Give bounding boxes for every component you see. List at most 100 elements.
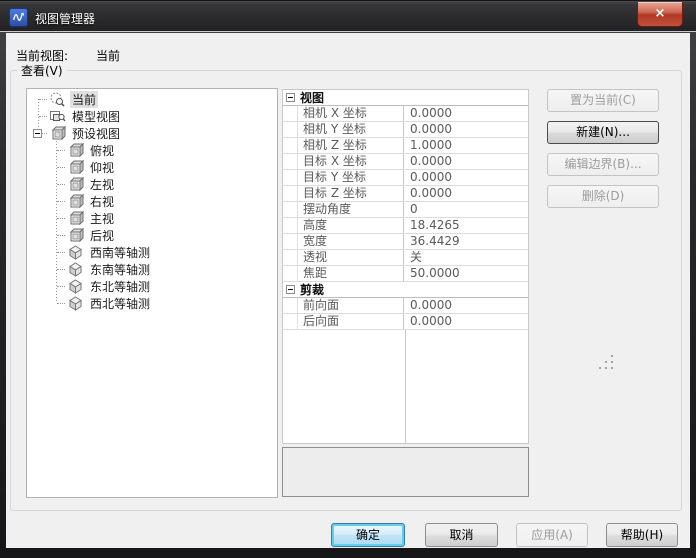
collapse-expander-icon[interactable] xyxy=(286,93,295,102)
tree-item-左视[interactable]: 左视 xyxy=(27,176,277,193)
description-box xyxy=(282,447,529,497)
tree-item-右视[interactable]: 右视 xyxy=(27,193,277,210)
grid-row-value[interactable]: 0.0000 xyxy=(404,298,528,313)
grid-margin-cell xyxy=(283,266,298,281)
grid-row-透视[interactable]: 透视关 xyxy=(283,250,528,266)
view-property-grid[interactable]: 视图相机 X 坐标0.0000相机 Y 坐标0.0000相机 Z 坐标1.000… xyxy=(282,89,529,444)
grid-row-前向面[interactable]: 前向面0.0000 xyxy=(283,298,528,314)
tree-item-label[interactable]: 仰视 xyxy=(88,159,116,176)
tree-item-东南等轴测[interactable]: 东南等轴测 xyxy=(27,261,277,278)
cube-left-icon xyxy=(67,177,84,192)
view-tree[interactable]: 当前模型视图预设视图俯视仰视左视右视主视后视西南等轴测东南等轴测东北等轴测西北等… xyxy=(26,88,278,498)
grid-row-value[interactable]: 0.0000 xyxy=(404,106,528,121)
tree-item-预设视图[interactable]: 预设视图 xyxy=(27,125,277,142)
grid-group-label: 剪裁 xyxy=(300,281,324,298)
tree-item-主视[interactable]: 主视 xyxy=(27,210,277,227)
grid-row-label: 相机 X 坐标 xyxy=(298,106,404,121)
cube-right-icon xyxy=(67,194,84,209)
tree-item-label[interactable]: 西南等轴测 xyxy=(88,244,152,261)
grid-margin-cell xyxy=(283,106,298,121)
cancel-button[interactable]: 取消 xyxy=(425,523,498,547)
grid-row-高度[interactable]: 高度18.4265 xyxy=(283,218,528,234)
current-view-icon xyxy=(49,92,66,107)
grid-margin-cell xyxy=(283,298,298,313)
grid-group-header-视图[interactable]: 视图 xyxy=(283,90,528,106)
tree-item-label[interactable]: 预设视图 xyxy=(70,125,122,142)
tree-item-label[interactable]: 右视 xyxy=(88,193,116,210)
ok-button[interactable]: 确定 xyxy=(331,523,405,547)
grid-row-value[interactable]: 1.0000 xyxy=(404,138,528,153)
new-button[interactable]: 新建(N)... xyxy=(547,121,659,144)
grid-row-相机 Y 坐标[interactable]: 相机 Y 坐标0.0000 xyxy=(283,122,528,138)
tree-item-label[interactable]: 当前 xyxy=(70,91,98,108)
views-groupbox: 查看(V) 当前模型视图预设视图俯视仰视左视右视主视后视西南等轴测东南等轴测东北… xyxy=(10,70,682,511)
current-view-value: 当前 xyxy=(96,47,120,64)
grid-row-label: 目标 Z 坐标 xyxy=(298,186,404,201)
tree-item-当前[interactable]: 当前 xyxy=(27,91,277,108)
grid-row-label: 前向面 xyxy=(298,298,404,313)
resize-grip-dots[interactable] xyxy=(599,355,617,371)
tree-connector-stub xyxy=(57,201,65,202)
tree-item-西北等轴测[interactable]: 西北等轴测 xyxy=(27,295,277,312)
tree-connector-stub xyxy=(57,303,65,304)
help-button[interactable]: 帮助(H) xyxy=(606,523,678,547)
grid-row-value[interactable]: 关 xyxy=(404,250,528,265)
tree-item-label[interactable]: 后视 xyxy=(88,227,116,244)
grid-column-divider[interactable] xyxy=(405,330,406,444)
window-title: 视图管理器 xyxy=(35,10,95,27)
tree-item-label[interactable]: 主视 xyxy=(88,210,116,227)
tree-item-模型视图[interactable]: 模型视图 xyxy=(27,108,277,125)
grid-row-目标 Y 坐标[interactable]: 目标 Y 坐标0.0000 xyxy=(283,170,528,186)
grid-row-目标 Z 坐标[interactable]: 目标 Z 坐标0.0000 xyxy=(283,186,528,202)
grid-row-value[interactable]: 18.4265 xyxy=(404,218,528,233)
grid-row-value[interactable]: 0.0000 xyxy=(404,154,528,169)
set-current-button: 置为当前(C) xyxy=(547,89,659,112)
grid-group-header-剪裁[interactable]: 剪裁 xyxy=(283,282,528,298)
collapse-expander-icon[interactable] xyxy=(33,129,42,138)
grid-margin-cell xyxy=(283,138,298,153)
tree-item-label[interactable]: 俯视 xyxy=(88,142,116,159)
tree-item-东北等轴测[interactable]: 东北等轴测 xyxy=(27,278,277,295)
grid-row-value[interactable]: 50.0000 xyxy=(404,266,528,281)
grid-row-label: 宽度 xyxy=(298,234,404,249)
tree-item-label[interactable]: 东南等轴测 xyxy=(88,261,152,278)
grid-row-label: 焦距 xyxy=(298,266,404,281)
grid-row-摆动角度[interactable]: 摆动角度0 xyxy=(283,202,528,218)
grid-row-目标 X 坐标[interactable]: 目标 X 坐标0.0000 xyxy=(283,154,528,170)
cube-top-icon xyxy=(67,143,84,158)
tree-item-仰视[interactable]: 仰视 xyxy=(27,159,277,176)
tree-item-label[interactable]: 左视 xyxy=(88,176,116,193)
cube-bottom-icon xyxy=(67,160,84,175)
grid-row-焦距[interactable]: 焦距50.0000 xyxy=(283,266,528,282)
tree-item-label[interactable]: 西北等轴测 xyxy=(88,295,152,312)
collapse-expander-icon[interactable] xyxy=(286,285,295,294)
grid-margin-cell xyxy=(283,250,298,265)
tree-item-label[interactable]: 东北等轴测 xyxy=(88,278,152,295)
tree-connector-stub xyxy=(57,184,65,185)
grid-group-label: 视图 xyxy=(300,89,324,106)
grid-row-相机 Z 坐标[interactable]: 相机 Z 坐标1.0000 xyxy=(283,138,528,154)
tree-connector-stub xyxy=(39,99,47,100)
close-button[interactable]: × xyxy=(637,2,683,27)
titlebar[interactable]: 视图管理器 × xyxy=(0,0,696,32)
preset-views-icon xyxy=(49,126,66,141)
grid-row-label: 目标 X 坐标 xyxy=(298,154,404,169)
tree-connector-stub xyxy=(57,286,65,287)
grid-row-value[interactable]: 0.0000 xyxy=(404,186,528,201)
dialog-client-area: 当前视图: 当前 查看(V) 当前模型视图预设视图俯视仰视左视右视主视后视西南等… xyxy=(6,33,690,548)
grid-row-宽度[interactable]: 宽度36.4429 xyxy=(283,234,528,250)
tree-item-后视[interactable]: 后视 xyxy=(27,227,277,244)
tree-item-label[interactable]: 模型视图 xyxy=(70,108,122,125)
grid-row-value[interactable]: 36.4429 xyxy=(404,234,528,249)
tree-item-西南等轴测[interactable]: 西南等轴测 xyxy=(27,244,277,261)
grid-row-value[interactable]: 0 xyxy=(404,202,528,217)
grid-row-value[interactable]: 0.0000 xyxy=(404,122,528,137)
grid-row-后向面[interactable]: 后向面0.0000 xyxy=(283,314,528,330)
grid-row-相机 X 坐标[interactable]: 相机 X 坐标0.0000 xyxy=(283,106,528,122)
grid-row-label: 高度 xyxy=(298,218,404,233)
edit-boundaries-button: 编辑边界(B)... xyxy=(547,153,659,176)
grid-row-value[interactable]: 0.0000 xyxy=(404,314,528,329)
tree-item-俯视[interactable]: 俯视 xyxy=(27,142,277,159)
grid-row-value[interactable]: 0.0000 xyxy=(404,170,528,185)
tree-connector-stub xyxy=(39,116,47,117)
